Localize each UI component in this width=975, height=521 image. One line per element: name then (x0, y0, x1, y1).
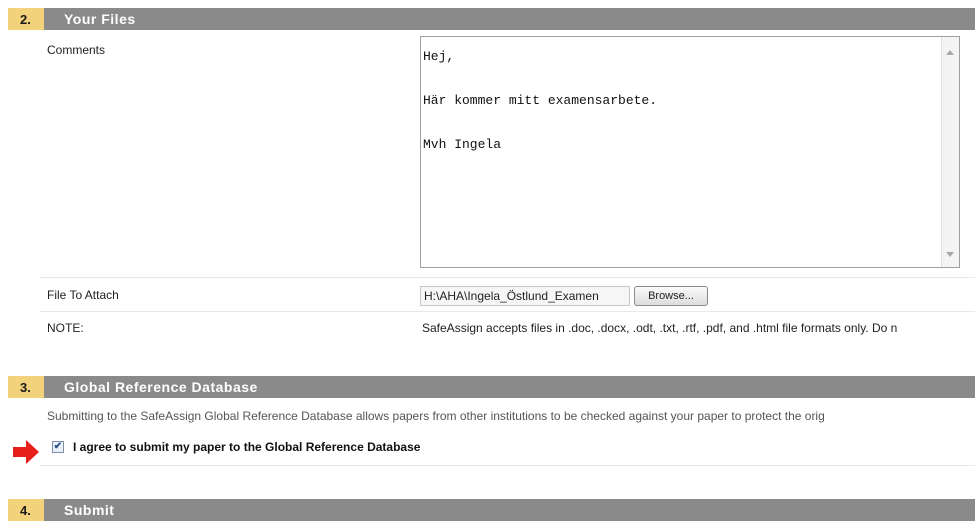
section-number: 4. (8, 499, 44, 521)
scroll-up-icon[interactable] (946, 50, 954, 55)
section-title: Global Reference Database (64, 379, 258, 395)
global-db-description: Submitting to the SafeAssign Global Refe… (47, 409, 825, 423)
comments-scrollbar[interactable] (941, 37, 959, 267)
section-title: Your Files (64, 11, 136, 27)
row-divider (40, 277, 975, 278)
note-label: NOTE: (47, 321, 84, 335)
comments-text[interactable]: Hej, Här kommer mitt examensarbete. Mvh … (421, 37, 941, 267)
comments-textarea[interactable]: Hej, Här kommer mitt examensarbete. Mvh … (420, 36, 960, 268)
agree-checkbox[interactable]: ✔ (52, 441, 64, 453)
browse-button[interactable]: Browse... (634, 286, 708, 306)
section-title: Submit (64, 502, 115, 518)
comments-label: Comments (47, 43, 106, 57)
section-header-submit: 4. Submit (8, 499, 975, 521)
agree-label[interactable]: I agree to submit my paper to the Global… (73, 440, 420, 454)
red-arrow-icon (13, 440, 39, 464)
section-header-global-db: 3. Global Reference Database (8, 376, 975, 398)
scroll-down-icon[interactable] (946, 252, 954, 257)
row-divider (40, 465, 975, 466)
section-header-your-files: 2. Your Files (8, 8, 975, 30)
file-to-attach-label: File To Attach (47, 288, 119, 302)
row-divider (40, 311, 975, 312)
file-path-input[interactable]: H:\AHA\Ingela_Östlund_Examen (420, 286, 630, 306)
note-text: SafeAssign accepts files in .doc, .docx,… (422, 321, 898, 335)
section-number: 2. (8, 8, 44, 30)
section-number: 3. (8, 376, 44, 398)
